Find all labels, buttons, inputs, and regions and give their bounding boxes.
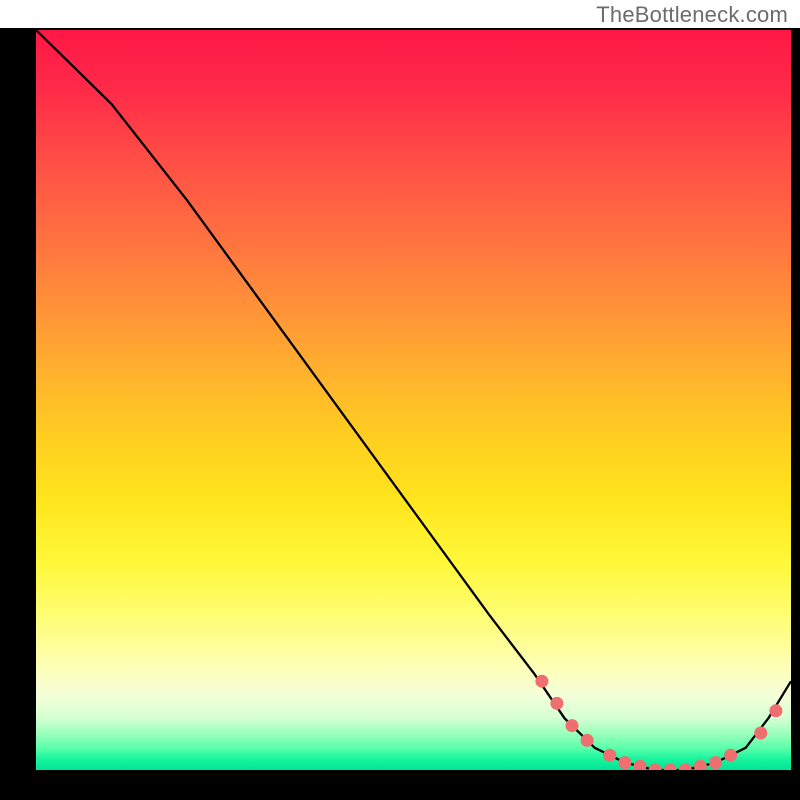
- curve-marker: [634, 760, 647, 770]
- curve-marker: [535, 675, 548, 688]
- curve-marker: [566, 719, 579, 732]
- curve-marker: [550, 697, 563, 710]
- curve-marker: [754, 727, 767, 740]
- curve-marker: [679, 764, 692, 771]
- curve-marker: [649, 764, 662, 771]
- chart-container: TheBottleneck.com: [0, 0, 800, 800]
- curve-marker: [694, 760, 707, 770]
- curve-marker: [581, 734, 594, 747]
- curve-markers: [535, 675, 782, 770]
- plot-area: [36, 30, 791, 770]
- curve-marker: [769, 704, 782, 717]
- bottleneck-curve: [36, 30, 791, 770]
- curve-marker: [618, 756, 631, 769]
- attribution-watermark: TheBottleneck.com: [596, 2, 788, 28]
- curve-marker: [724, 749, 737, 762]
- curve-line: [36, 30, 791, 770]
- header-band: TheBottleneck.com: [0, 0, 800, 28]
- curve-marker: [664, 764, 677, 771]
- curve-marker: [709, 756, 722, 769]
- curve-marker: [603, 749, 616, 762]
